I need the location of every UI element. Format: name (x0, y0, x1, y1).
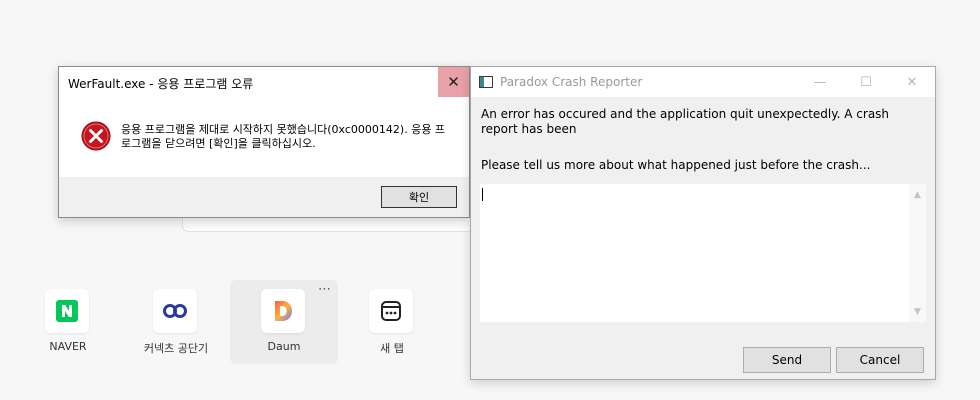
shortcut-label: Daum (267, 340, 301, 353)
close-button[interactable]: ✕ (889, 67, 935, 97)
vertical-scrollbar[interactable]: ▲ ▼ (909, 184, 926, 322)
more-options-icon[interactable]: ⋯ (318, 282, 332, 297)
scroll-down-icon[interactable]: ▼ (909, 303, 926, 320)
naver-icon (45, 289, 89, 333)
daum-icon (261, 289, 305, 333)
shortcut-naver[interactable]: NAVER (14, 280, 122, 364)
window-title: Paradox Crash Reporter (500, 75, 643, 89)
shortcut-label: 새 탭 (380, 342, 404, 355)
title-bar: Paradox Crash Reporter — ☐ ✕ (471, 67, 935, 97)
app-icon (479, 76, 493, 88)
dialog-footer: 확인 (59, 177, 469, 217)
werfault-dialog: WerFault.exe - 응용 프로그램 오류 ✕ 응용 프로그램을 제대로… (58, 66, 470, 218)
cancel-button[interactable]: Cancel (836, 347, 924, 373)
error-message: An error has occured and the application… (481, 107, 890, 136)
minimize-button[interactable]: — (797, 67, 843, 97)
crash-reporter-window: Paradox Crash Reporter — ☐ ✕ An error ha… (470, 66, 936, 380)
shortcut-new-tab[interactable]: 새 탭 (338, 280, 446, 364)
send-button[interactable]: Send (743, 347, 831, 373)
new-tab-icon (369, 289, 413, 333)
scroll-up-icon[interactable]: ▲ (909, 186, 926, 203)
shortcut-label: 커넥츠 공단기 (143, 342, 209, 355)
text-caret (482, 188, 483, 201)
close-button[interactable]: ✕ (438, 67, 469, 97)
shortcut-connects[interactable]: 커넥츠 공단기 (122, 280, 230, 364)
ok-button[interactable]: 확인 (381, 186, 457, 208)
connects-icon (153, 289, 197, 333)
dialog-title: WerFault.exe - 응용 프로그램 오류 (68, 77, 254, 91)
error-icon (81, 121, 111, 151)
shortcut-label: NAVER (49, 340, 87, 353)
error-message: 응용 프로그램을 제대로 시작하지 못했습니다(0xc0000142). 응용 … (121, 123, 446, 150)
description-prompt: Please tell us more about what happened … (481, 158, 871, 172)
maximize-button[interactable]: ☐ (843, 67, 889, 97)
shortcut-daum[interactable]: ⋯ Daum (230, 280, 338, 364)
description-textarea[interactable]: ▲ ▼ (480, 184, 926, 322)
